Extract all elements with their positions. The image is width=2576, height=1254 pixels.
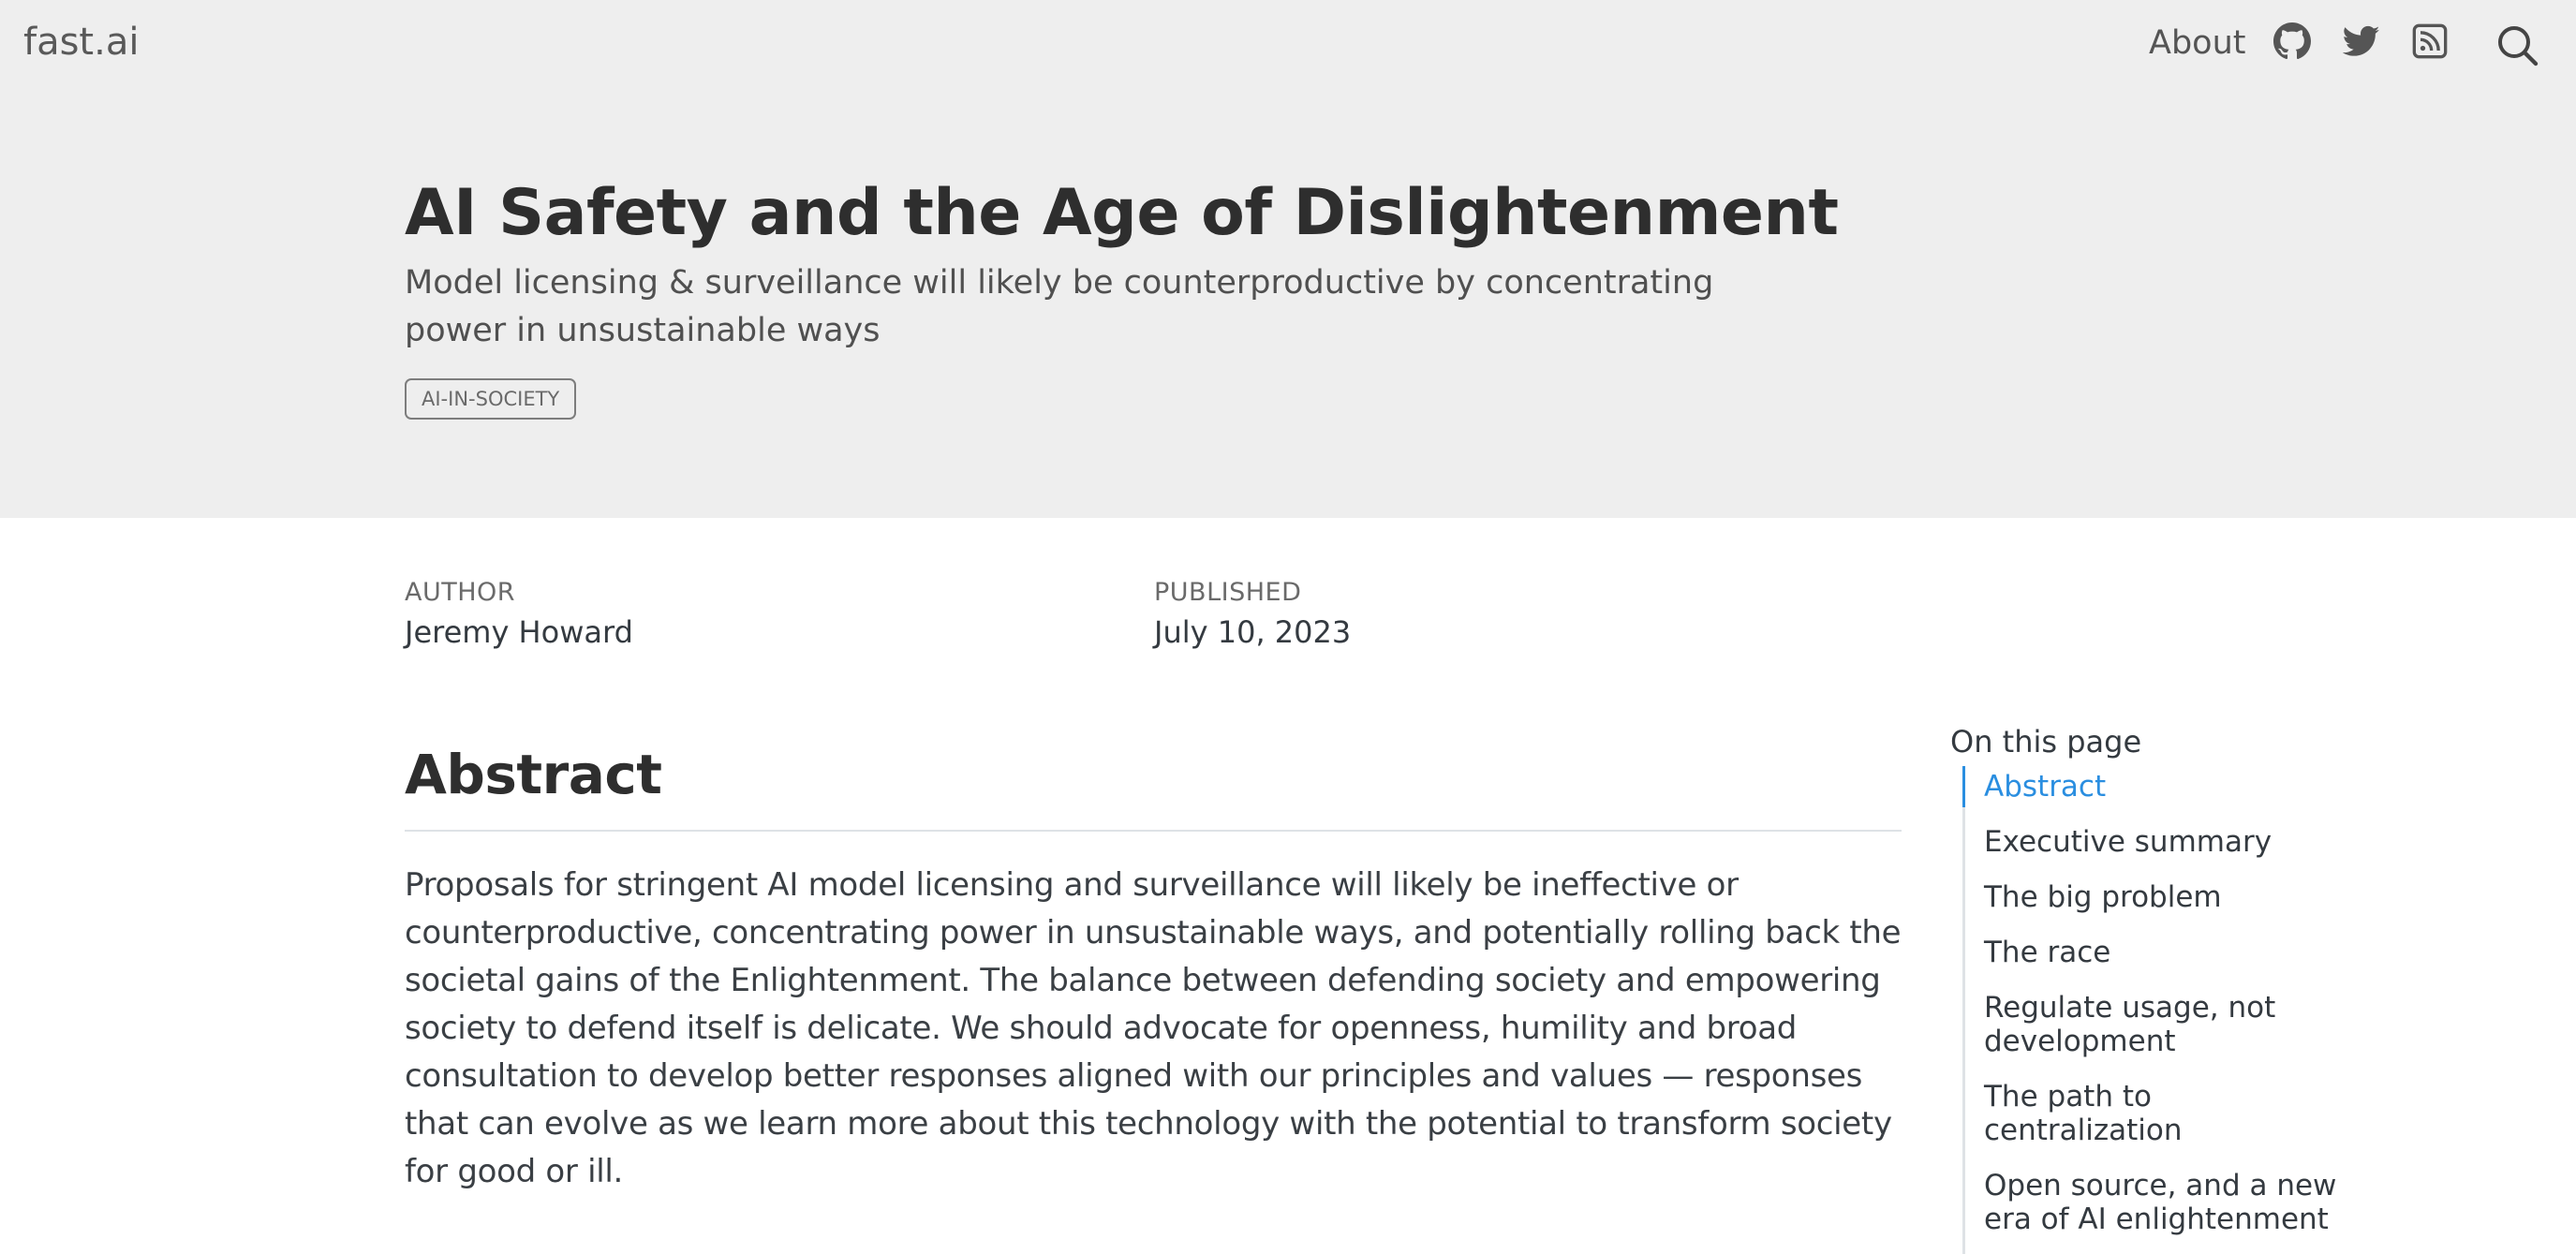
toc-item-open-source[interactable]: Open source, and a new era of AI enlight… <box>1965 1165 2359 1240</box>
section-heading-abstract: Abstract <box>405 743 662 806</box>
rss-icon[interactable] <box>2411 22 2449 64</box>
github-icon[interactable] <box>2273 22 2311 64</box>
toc-title: On this page <box>1950 724 2142 760</box>
toc-item-abstract[interactable]: Abstract <box>1962 766 2359 807</box>
toc-item-regulate-usage[interactable]: Regulate usage, not development <box>1965 987 2359 1062</box>
toc-item-executive-summary[interactable]: Executive summary <box>1965 821 2359 863</box>
published-label: PUBLISHED <box>1154 578 1302 607</box>
abstract-paragraph: Proposals for stringent AI model licensi… <box>405 866 1902 1190</box>
heading-divider <box>405 830 1902 832</box>
author-label: AUTHOR <box>405 578 516 607</box>
search-icon[interactable] <box>2495 22 2539 71</box>
page-subtitle: Model licensing & surveillance will like… <box>405 264 1714 349</box>
toc-item-race[interactable]: The race <box>1965 932 2359 973</box>
category-tag[interactable]: AI-IN-SOCIETY <box>405 378 577 420</box>
toc-item-path-to-centralization[interactable]: The path to centralization <box>1965 1076 2359 1151</box>
site-logo-link[interactable]: fast.ai <box>23 21 139 64</box>
toc-item-big-problem[interactable]: The big problem <box>1965 877 2359 918</box>
twitter-icon[interactable] <box>2342 22 2380 64</box>
author-name: Jeremy Howard <box>405 614 633 650</box>
table-of-contents: Abstract Executive summary The big probl… <box>1962 766 2359 1254</box>
published-date: July 10, 2023 <box>1154 614 1352 650</box>
nav-about-link[interactable]: About <box>2149 24 2245 62</box>
page-title: AI Safety and the Age of Dislightenment <box>405 176 1839 250</box>
